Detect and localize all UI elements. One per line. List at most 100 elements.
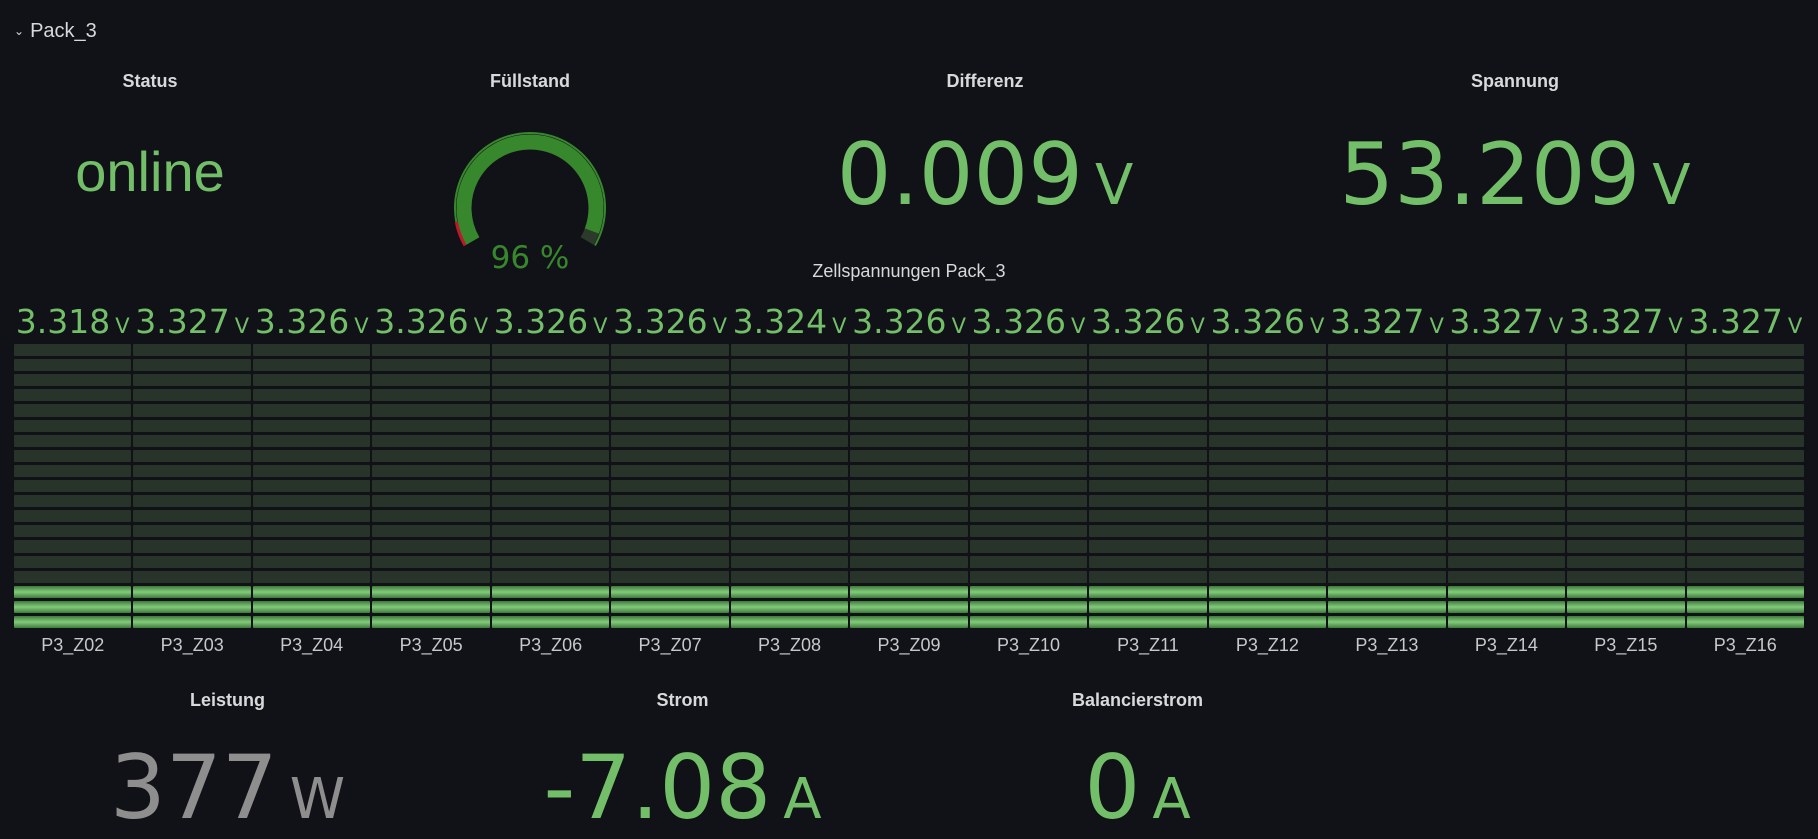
leistung-unit: W <box>289 767 346 832</box>
bar-segment-lit <box>969 615 1088 629</box>
bar-segment-lit <box>491 585 610 598</box>
bar-segment-lit <box>850 585 968 598</box>
bar-segment <box>730 344 849 357</box>
bar-segment <box>611 389 729 402</box>
cell-column: 3.318 V P3_Z02 <box>14 302 132 665</box>
cell-value-number: 3.326 <box>971 302 1067 341</box>
bar-segment <box>372 464 490 477</box>
bar-segment <box>133 540 251 553</box>
cell-value: 3.324 V <box>731 305 848 338</box>
cell-column: 3.327 V P3_Z15 <box>1567 305 1685 665</box>
bar-segment <box>969 359 1088 372</box>
bar-segment <box>730 464 849 477</box>
bar-segment <box>14 464 132 477</box>
balancierstrom-stat: 0A <box>910 744 1365 832</box>
bar-segment <box>491 525 610 538</box>
cell-label: P3_Z05 <box>399 635 463 655</box>
bar-segment-lit <box>1686 615 1805 629</box>
bar-segment <box>252 495 371 508</box>
bar-segment-lit <box>1447 600 1566 613</box>
cell-value-unit: V <box>1668 314 1683 338</box>
bar-segment <box>14 359 132 372</box>
leistung-title: Leistung <box>190 690 265 710</box>
bar-segment <box>491 374 610 387</box>
bar-segment-lit <box>611 600 729 613</box>
bar-segment <box>252 449 371 462</box>
bar-segment-lit <box>1089 615 1207 629</box>
cell-column: 3.324 V P3_Z08 <box>730 305 849 665</box>
cell-bar <box>491 344 610 629</box>
bar-segment <box>611 419 729 432</box>
bar-segment <box>611 344 729 357</box>
bar-segment <box>1567 555 1685 568</box>
cell-column: 3.326 V P3_Z04 <box>252 305 371 665</box>
cell-value-number: 3.327 <box>135 302 230 341</box>
bar-segment <box>1447 464 1566 477</box>
bar-segment-lit <box>1328 585 1446 598</box>
bar-segment <box>133 374 251 387</box>
bar-segment <box>372 374 490 387</box>
bar-segment <box>850 570 968 583</box>
bar-segment-lit <box>1328 615 1446 629</box>
bar-segment <box>1686 495 1805 508</box>
bar-segment <box>730 389 849 402</box>
cell-label: P3_Z02 <box>41 635 105 655</box>
status-value: online <box>75 140 225 203</box>
bar-segment-lit <box>1567 600 1685 613</box>
bar-segment <box>1567 479 1685 493</box>
bar-segment <box>252 344 371 357</box>
bar-segment <box>850 374 968 387</box>
bar-segment <box>372 525 490 538</box>
bar-segment <box>1447 540 1566 553</box>
spannung-stat: 53.209 V <box>1290 132 1740 218</box>
cell-bar <box>850 344 968 629</box>
bar-segment <box>372 404 490 417</box>
bar-segment <box>969 344 1088 357</box>
cell-bar <box>133 344 251 629</box>
fuellstand-panel: Füllstand 96 % <box>300 58 760 276</box>
bar-segment <box>730 555 849 568</box>
bar-segment <box>372 419 490 432</box>
gauge-threshold-outer <box>454 132 606 246</box>
row-header-pack-3[interactable]: ⌄ Pack_3 <box>14 18 97 44</box>
bar-segment-lit <box>730 585 849 598</box>
bar-segment <box>491 419 610 432</box>
bar-segment <box>611 404 729 417</box>
bar-segment-lit <box>850 600 968 613</box>
bar-segment <box>969 570 1088 583</box>
bar-segment <box>1447 344 1566 357</box>
bar-segment <box>1447 389 1566 402</box>
bar-segment <box>252 419 371 432</box>
bar-segment <box>14 404 132 417</box>
bar-segment-lit <box>1328 600 1446 613</box>
bar-segment <box>850 464 968 477</box>
cell-label: P3_Z13 <box>1355 635 1419 655</box>
bar-segment <box>491 344 610 357</box>
bar-segment <box>850 389 968 402</box>
bar-segment-lit <box>14 585 132 598</box>
bar-segment-lit <box>1567 615 1685 629</box>
bar-segment <box>1686 359 1805 372</box>
cell-value-number: 3.318 <box>15 302 111 341</box>
bar-segment <box>1089 434 1207 447</box>
bar-segment <box>1328 570 1446 583</box>
bar-segment <box>133 510 251 523</box>
cell-bar <box>1208 344 1327 629</box>
leistung-value: 377 <box>109 736 278 839</box>
balancierstrom-value: 0 <box>1084 736 1141 839</box>
cell-value-unit: V <box>354 314 369 338</box>
bar-segment-lit <box>372 600 490 613</box>
bar-segment-lit <box>491 600 610 613</box>
bar-segment <box>1686 419 1805 432</box>
bar-segment-lit <box>1686 600 1805 613</box>
bar-segment <box>1567 495 1685 508</box>
bar-segment <box>372 540 490 553</box>
bar-segment <box>1567 419 1685 432</box>
cell-voltage-bargauge: 3.318 V P3_Z02 3.327 V P3_Z03 3.326 V P3_Z04 3.32… <box>14 302 1805 665</box>
bar-segment <box>372 434 490 447</box>
differenz-panel: Differenz 0.009 V <box>760 58 1210 228</box>
bar-segment <box>611 510 729 523</box>
cell-value-unit: V <box>1787 314 1803 338</box>
bar-segment <box>1686 434 1805 447</box>
cell-label: P3_Z04 <box>280 635 344 655</box>
